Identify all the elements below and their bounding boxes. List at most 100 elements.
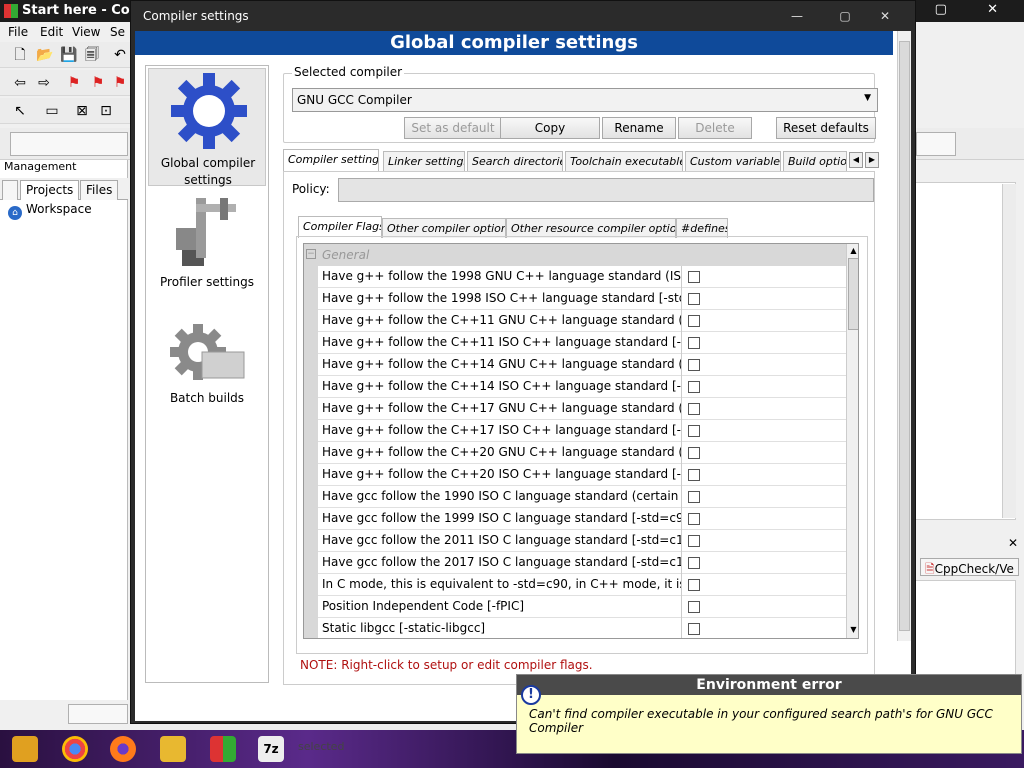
grid-category-header[interactable]: − General: [304, 244, 846, 266]
menu-file[interactable]: File: [8, 25, 28, 39]
pointer-icon[interactable]: ↖: [12, 103, 28, 119]
environment-error-toast[interactable]: Environment error ! Can't find compiler …: [516, 674, 1022, 754]
category-batch-builds[interactable]: Batch builds: [148, 322, 266, 422]
flag-checkbox[interactable]: [688, 579, 700, 591]
new-file-icon[interactable]: 🗋: [12, 47, 28, 63]
flag-row[interactable]: Have gcc follow the 2017 ISO C language …: [304, 552, 846, 574]
open-folder-icon[interactable]: 📂: [36, 47, 53, 63]
start-menu-icon[interactable]: [12, 736, 38, 762]
tab-files[interactable]: Files: [80, 180, 119, 200]
dialog-titlebar[interactable]: Compiler settings — ▢ ✕: [131, 1, 915, 31]
editor-vscroll[interactable]: [1002, 184, 1016, 518]
flag-checkbox[interactable]: [688, 271, 700, 283]
flag-row[interactable]: Have g++ follow the C++11 GNU C++ langua…: [304, 310, 846, 332]
scope-combo[interactable]: [10, 132, 128, 156]
tab-compiler-settings[interactable]: Compiler settings: [283, 149, 379, 171]
maximize-button[interactable]: ▢: [827, 7, 863, 25]
flag-row[interactable]: Have g++ follow the C++17 GNU C++ langua…: [304, 398, 846, 420]
tab-custom-variables[interactable]: Custom variables: [685, 151, 781, 171]
chrome-icon[interactable]: [62, 736, 88, 762]
tab-scroll-left-icon[interactable]: ◀: [849, 152, 863, 168]
tab-toolchain-executables[interactable]: Toolchain executables: [565, 151, 683, 171]
management-tab-scroll[interactable]: [2, 180, 18, 200]
flag-row[interactable]: Have gcc follow the 2011 ISO C language …: [304, 530, 846, 552]
flag-checkbox[interactable]: [688, 447, 700, 459]
flag-checkbox[interactable]: [688, 359, 700, 371]
tab-cppcheck[interactable]: 🗎CppCheck/Ve: [920, 558, 1019, 576]
flag-checkbox[interactable]: [688, 513, 700, 525]
category-global-compiler[interactable]: Global compiler settings: [148, 68, 266, 187]
flag-row[interactable]: Have g++ follow the 1998 GNU C++ languag…: [304, 266, 846, 288]
next-bookmark-icon[interactable]: ⚑: [112, 75, 128, 91]
menu-view[interactable]: View: [72, 25, 100, 39]
compiler-select[interactable]: GNU GCC Compiler ▼: [292, 88, 878, 112]
flag-checkbox[interactable]: [688, 535, 700, 547]
save-icon[interactable]: 💾: [60, 47, 77, 63]
management-hscroll[interactable]: [68, 704, 128, 724]
flag-row[interactable]: Have g++ follow the C++20 GNU C++ langua…: [304, 442, 846, 464]
tab-linker-settings[interactable]: Linker settings: [383, 151, 465, 171]
menu-edit[interactable]: Edit: [40, 25, 63, 39]
prev-bookmark-icon[interactable]: ⚑: [90, 75, 106, 91]
tab-projects[interactable]: Projects: [20, 180, 80, 200]
flag-checkbox[interactable]: [688, 337, 700, 349]
reset-defaults-button[interactable]: Reset defaults: [776, 117, 876, 139]
set-as-default-button[interactable]: Set as default: [404, 117, 502, 139]
7zip-icon[interactable]: 7z: [258, 736, 284, 762]
flag-checkbox[interactable]: [688, 403, 700, 415]
category-profiler[interactable]: Profiler settings: [148, 192, 266, 296]
flag-row[interactable]: Static libgcc [-static-libgcc]: [304, 618, 846, 638]
workspace-tree-item[interactable]: ⌂ Workspace: [8, 202, 92, 220]
flag-checkbox[interactable]: [688, 315, 700, 327]
dialog-vscroll-thumb[interactable]: [899, 41, 910, 631]
flag-row[interactable]: Have g++ follow the 1998 ISO C++ languag…: [304, 288, 846, 310]
back-arrow-icon[interactable]: ⇦: [12, 75, 28, 91]
bookmark-flag-icon[interactable]: ⚑: [66, 75, 82, 91]
policy-select[interactable]: [338, 178, 874, 202]
codeblocks-taskbar-icon[interactable]: [210, 736, 236, 762]
flag-row[interactable]: In C mode, this is equivalent to -std=c9…: [304, 574, 846, 596]
rename-button[interactable]: Rename: [602, 117, 676, 139]
collapse-toggle-icon[interactable]: −: [306, 249, 316, 259]
tab-defines[interactable]: #defines: [676, 218, 728, 238]
grid-scroll-thumb[interactable]: [848, 258, 858, 330]
flag-checkbox[interactable]: [688, 469, 700, 481]
flag-row[interactable]: Have g++ follow the C++11 ISO C++ langua…: [304, 332, 846, 354]
tab-compiler-flags[interactable]: Compiler Flags: [298, 216, 382, 238]
flag-row[interactable]: Have g++ follow the C++14 GNU C++ langua…: [304, 354, 846, 376]
image-icon[interactable]: ⊠: [74, 103, 90, 119]
save-all-icon[interactable]: 🗐: [84, 47, 100, 63]
undo-icon[interactable]: ↶: [112, 47, 128, 63]
menu-search[interactable]: Se: [110, 25, 125, 39]
scroll-up-icon[interactable]: ▲: [848, 245, 858, 257]
tab-other-resource-compiler-options[interactable]: Other resource compiler options: [506, 218, 676, 238]
flag-checkbox[interactable]: [688, 425, 700, 437]
flag-row[interactable]: Have g++ follow the C++14 ISO C++ langua…: [304, 376, 846, 398]
flag-checkbox[interactable]: [688, 623, 700, 635]
close-icon[interactable]: ✕: [1008, 536, 1018, 550]
forward-arrow-icon[interactable]: ⇨: [36, 75, 52, 91]
delete-button[interactable]: Delete: [678, 117, 752, 139]
scroll-down-icon[interactable]: ▼: [848, 624, 858, 636]
close-button[interactable]: ✕: [867, 7, 903, 25]
rectangle-icon[interactable]: ▭: [44, 103, 60, 119]
tab-build-options[interactable]: Build option: [783, 151, 847, 171]
flag-row[interactable]: Position Independent Code [-fPIC]: [304, 596, 846, 618]
flag-row[interactable]: Have gcc follow the 1990 ISO C language …: [304, 486, 846, 508]
flag-checkbox[interactable]: [688, 557, 700, 569]
picture-icon[interactable]: ⊡: [98, 103, 114, 119]
minimize-button[interactable]: —: [779, 7, 815, 25]
firefox-icon[interactable]: [110, 736, 136, 762]
tab-search-directories[interactable]: Search directories: [467, 151, 563, 171]
function-combo[interactable]: [916, 132, 956, 156]
flag-row[interactable]: Have gcc follow the 1999 ISO C language …: [304, 508, 846, 530]
copy-button[interactable]: Copy: [500, 117, 600, 139]
tab-other-compiler-options[interactable]: Other compiler options: [382, 218, 506, 238]
tab-scroll-right-icon[interactable]: ▶: [865, 152, 879, 168]
flag-checkbox[interactable]: [688, 293, 700, 305]
flag-row[interactable]: Have g++ follow the C++20 ISO C++ langua…: [304, 464, 846, 486]
flag-checkbox[interactable]: [688, 381, 700, 393]
flag-row[interactable]: Have g++ follow the C++17 ISO C++ langua…: [304, 420, 846, 442]
grid-vscroll[interactable]: ▲ ▼: [846, 244, 858, 638]
dialog-vscroll[interactable]: [897, 31, 911, 641]
